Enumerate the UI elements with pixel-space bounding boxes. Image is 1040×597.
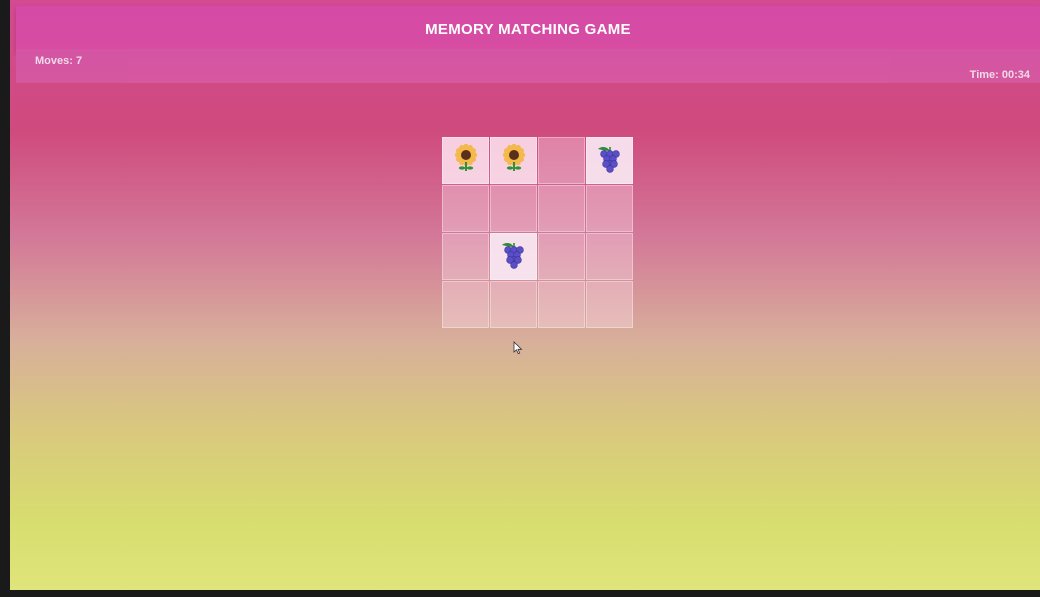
card-15[interactable] xyxy=(586,281,633,328)
card-10[interactable] xyxy=(538,233,585,280)
card-4[interactable] xyxy=(442,185,489,232)
moves-counter: Moves: 7 xyxy=(35,55,83,67)
card-13[interactable] xyxy=(490,281,537,328)
stats-bar: Moves: 7 Time: 00:34 xyxy=(16,49,1040,83)
timer: Time: 00:34 xyxy=(969,69,1030,81)
card-2[interactable] xyxy=(538,137,585,184)
card-7[interactable] xyxy=(586,185,633,232)
card-11[interactable] xyxy=(586,233,633,280)
card-14[interactable] xyxy=(538,281,585,328)
card-5[interactable] xyxy=(490,185,537,232)
grapes-icon xyxy=(499,239,529,274)
monitor-bezel-bottom xyxy=(0,590,1040,597)
card-1[interactable] xyxy=(490,137,537,184)
sunflower-icon xyxy=(453,143,479,178)
card-board xyxy=(442,137,634,329)
monitor-bezel-left xyxy=(0,0,10,597)
title-bar: MEMORY MATCHING GAME xyxy=(16,6,1040,52)
sunflower-icon xyxy=(501,143,527,178)
grapes-icon xyxy=(595,143,625,178)
card-0[interactable] xyxy=(442,137,489,184)
card-3[interactable] xyxy=(586,137,633,184)
mouse-cursor-icon xyxy=(513,341,523,355)
game-screen: MEMORY MATCHING GAME Moves: 7 Time: 00:3… xyxy=(10,0,1040,590)
card-9[interactable] xyxy=(490,233,537,280)
card-6[interactable] xyxy=(538,185,585,232)
card-8[interactable] xyxy=(442,233,489,280)
card-12[interactable] xyxy=(442,281,489,328)
game-title: MEMORY MATCHING GAME xyxy=(425,21,631,38)
